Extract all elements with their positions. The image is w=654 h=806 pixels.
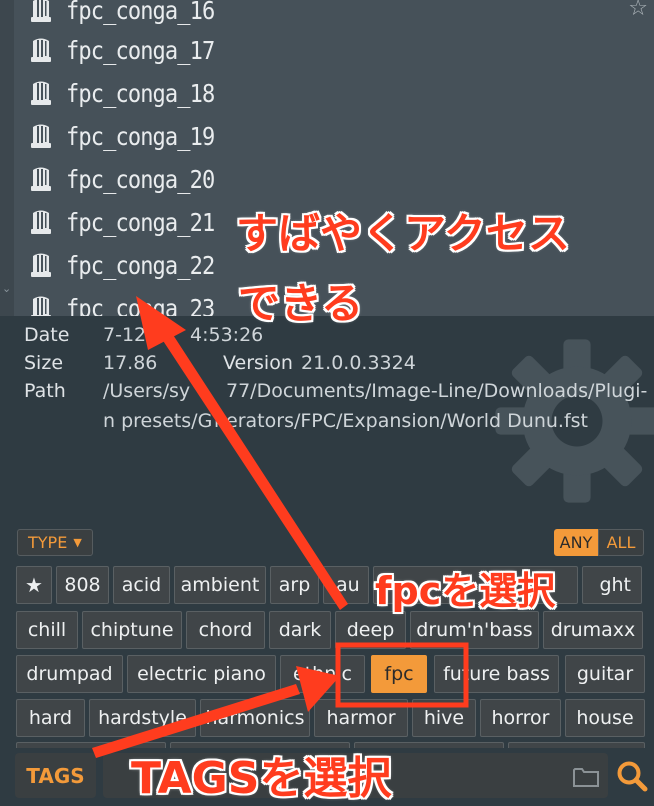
type-dropdown-label: TYPE: [28, 533, 68, 552]
list-item[interactable]: fpc_conga_20: [26, 159, 235, 199]
knob-icon: [31, 167, 51, 191]
tag-horror[interactable]: horror: [480, 699, 561, 737]
tag-filter: TYPE ▼ ANY ALL ★ 808 acid ambient arp au…: [0, 526, 654, 752]
list-item-label: fpc_conga_20: [66, 164, 215, 194]
tag-hive[interactable]: hive: [412, 699, 476, 737]
tag-hard[interactable]: hard: [16, 699, 85, 737]
list-gutter: ⌄: [0, 0, 14, 316]
date-value: 7-12: [103, 324, 147, 346]
knob-icon: [31, 0, 51, 22]
list-item-label: fpc_conga_22: [66, 250, 215, 280]
type-dropdown[interactable]: TYPE ▼: [17, 529, 93, 556]
list-item[interactable]: fpc_conga_16: [26, 0, 235, 30]
list-item-label: fpc_conga_21: [66, 207, 215, 237]
any-toggle[interactable]: ANY: [554, 529, 598, 556]
list-item-label: fpc_conga_16: [66, 0, 215, 25]
tag-drumaxx[interactable]: drumaxx: [543, 611, 643, 649]
tag-chiptune[interactable]: chiptune: [82, 611, 182, 649]
list-item-label: fpc_conga_23: [66, 293, 215, 317]
all-toggle[interactable]: ALL: [598, 529, 644, 556]
annotation-quick-access: すばやくアクセス: [236, 209, 570, 258]
chevron-down-icon: ▼: [73, 536, 82, 549]
tag-drumpad[interactable]: drumpad: [16, 655, 123, 693]
tag-future-bass[interactable]: future bass: [434, 655, 559, 693]
tag-arp[interactable]: arp: [270, 566, 319, 604]
path-line2-end: nerators/FPC/Expansion/World Dunu.fst: [214, 410, 588, 432]
favorites-tag[interactable]: ★: [16, 566, 52, 604]
annotation-can: できる: [238, 279, 364, 328]
path-line2-start: n presets/G: [103, 410, 213, 432]
file-info-panel: Date 7-12 4:53:26 Size 17.86 Version 21.…: [14, 316, 654, 526]
tag-acid[interactable]: acid: [113, 566, 170, 604]
tag-808[interactable]: 808: [56, 566, 109, 604]
tag-house[interactable]: house: [565, 699, 645, 737]
list-item[interactable]: fpc_conga_21: [26, 202, 235, 242]
size-value: 17.86: [103, 352, 158, 374]
folder-icon[interactable]: [573, 766, 599, 788]
knob-icon: [31, 124, 51, 148]
tag-fpc[interactable]: fpc: [371, 655, 427, 693]
tag-ethnic[interactable]: ethnic: [280, 655, 365, 693]
annotation-select-fpc: fpcを選択: [375, 569, 556, 613]
knob-icon: [31, 296, 51, 316]
tag-guitar[interactable]: guitar: [565, 655, 645, 693]
tag-hardstyle[interactable]: hardstyle: [89, 699, 196, 737]
collapse-icon[interactable]: ⌄: [2, 282, 11, 295]
tags-button[interactable]: TAGS: [15, 753, 96, 798]
knob-icon: [31, 253, 51, 277]
date-label: Date: [24, 324, 70, 346]
list-item[interactable]: fpc_conga_22: [26, 245, 235, 285]
tag-electric-piano[interactable]: electric piano: [127, 655, 276, 693]
list-item[interactable]: fpc_conga_18: [26, 73, 235, 113]
list-item-label: fpc_conga_17: [66, 35, 215, 65]
knob-icon: [31, 81, 51, 105]
list-item[interactable]: fpc_conga_19: [26, 116, 235, 156]
version-value: 21.0.0.3324: [301, 352, 416, 374]
tag-dark[interactable]: dark: [269, 611, 331, 649]
version-label: Version: [223, 352, 293, 374]
file-list: ⌄ ☆ fpc_conga_16 fpc_conga_17 fpc_conga_…: [0, 0, 654, 316]
knob-icon: [31, 210, 51, 234]
path-line1-start: /Users/sy: [103, 380, 191, 402]
list-item[interactable]: fpc_conga_23: [26, 288, 235, 316]
search-icon[interactable]: [616, 760, 648, 792]
list-item[interactable]: fpc_conga_17: [26, 30, 235, 70]
list-item-label: fpc_conga_18: [66, 78, 215, 108]
knob-icon: [31, 38, 51, 62]
path-label: Path: [24, 380, 66, 402]
tag-harmonics[interactable]: harmonics: [200, 699, 310, 737]
star-icon[interactable]: ☆: [628, 0, 648, 21]
path-line1-end: 77/Documents/Image-Line/Downloads/Plugi-: [226, 380, 648, 402]
tag-chord[interactable]: chord: [186, 611, 265, 649]
annotation-select-tags: TAGSを選択: [131, 753, 392, 804]
tag-ght[interactable]: ght: [582, 566, 642, 604]
size-label: Size: [24, 352, 64, 374]
tag-au[interactable]: au: [323, 566, 369, 604]
tag-ambient[interactable]: ambient: [174, 566, 266, 604]
tag-chill[interactable]: chill: [16, 611, 78, 649]
tag-deep[interactable]: deep: [335, 611, 406, 649]
tag-harmor[interactable]: harmor: [314, 699, 408, 737]
list-item-label: fpc_conga_19: [66, 121, 215, 151]
tag-drumnbass[interactable]: drum'n'bass: [410, 611, 539, 649]
